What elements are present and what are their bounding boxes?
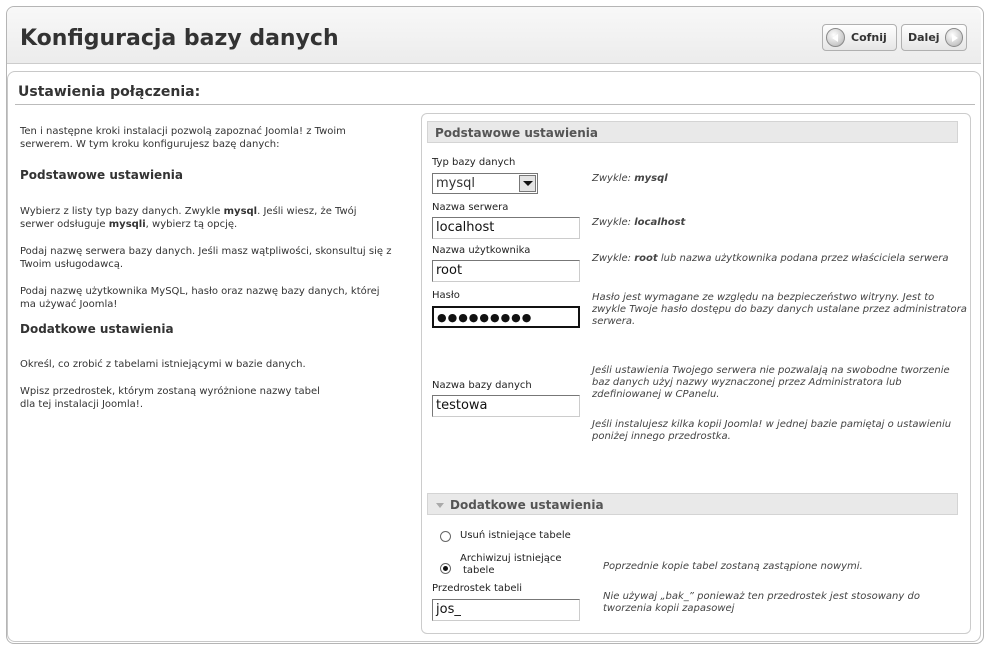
archive-tables-label[interactable]: Archiwizuj istniejące tabele xyxy=(460,553,562,577)
db-type-help-text: Wybierz z listy typ bazy danych. Zwykle … xyxy=(20,206,357,230)
password-label: Hasło xyxy=(432,290,460,301)
arrow-right-icon xyxy=(944,28,963,47)
credentials-help-text: Podaj nazwę użytkownika MySQL, hasło ora… xyxy=(20,286,380,310)
back-button[interactable]: Cofnij xyxy=(822,24,897,51)
host-hint: Zwykle: localhost xyxy=(592,217,686,228)
archive-tables-hint: Poprzednie kopie tabel zostaną zastąpion… xyxy=(603,561,863,572)
prefix-help-text: Wpisz przedrostek, którym zostaną wyróżn… xyxy=(20,386,320,410)
prefix-hint: Nie używaj „bak_” ponieważ ten przedrost… xyxy=(603,591,920,614)
advanced-settings-panel-title: Dodatkowe ustawienia xyxy=(450,498,604,512)
password-input[interactable]: ●●●●●●●●● xyxy=(432,306,580,328)
db-type-hint: Zwykle: mysql xyxy=(592,173,668,184)
next-button-label: Dalej xyxy=(908,31,940,44)
back-button-label: Cofnij xyxy=(851,31,887,44)
prefix-input[interactable]: jos_ xyxy=(432,599,580,621)
arrow-left-icon xyxy=(826,28,845,47)
advanced-settings-heading: Dodatkowe ustawienia xyxy=(20,322,174,336)
basic-settings-heading: Podstawowe ustawienia xyxy=(20,168,183,182)
section-title: Ustawienia połączenia: xyxy=(18,84,201,100)
dbname-prefix-hint: Jeśli instalujesz kilka kopii Joomla! w … xyxy=(592,419,952,442)
db-type-label: Typ bazy danych xyxy=(432,157,516,168)
dropdown-arrow-icon[interactable] xyxy=(519,175,536,192)
host-help-text: Podaj nazwę serwera bazy danych. Jeśli m… xyxy=(20,246,392,270)
next-button[interactable]: Dalej xyxy=(901,24,967,51)
advanced-settings-panel-header[interactable]: Dodatkowe ustawienia xyxy=(427,493,958,515)
host-input[interactable]: localhost xyxy=(432,217,580,239)
db-type-select[interactable]: mysql xyxy=(432,173,538,194)
delete-tables-label[interactable]: Usuń istniejące tabele xyxy=(460,530,571,541)
db-type-value: mysql xyxy=(436,176,475,191)
dbname-label: Nazwa bazy danych xyxy=(432,380,532,391)
username-hint: Zwykle: root lub nazwa użytkownika podan… xyxy=(592,253,949,264)
host-label: Nazwa serwera xyxy=(432,202,509,213)
prefix-label: Przedrostek tabeli xyxy=(432,583,523,594)
section-divider xyxy=(15,104,975,105)
tables-help-text: Określ, co zrobić z tabelami istniejącym… xyxy=(20,359,306,370)
intro-text: Ten i następne kroki instalacji pozwolą … xyxy=(20,126,346,150)
dbname-hint: Jeśli ustawienia Twojego serwera nie poz… xyxy=(592,365,950,400)
dbname-input[interactable]: testowa xyxy=(432,395,580,417)
delete-tables-radio[interactable] xyxy=(440,531,451,542)
archive-tables-radio[interactable] xyxy=(440,563,451,574)
username-input[interactable]: root xyxy=(432,260,580,282)
collapse-triangle-icon xyxy=(436,503,444,508)
username-label: Nazwa użytkownika xyxy=(432,245,531,256)
basic-settings-panel-header: Podstawowe ustawienia xyxy=(427,121,958,143)
page-title: Konfiguracja bazy danych xyxy=(20,26,339,51)
password-hint: Hasło jest wymagane ze względu na bezpie… xyxy=(592,292,967,327)
